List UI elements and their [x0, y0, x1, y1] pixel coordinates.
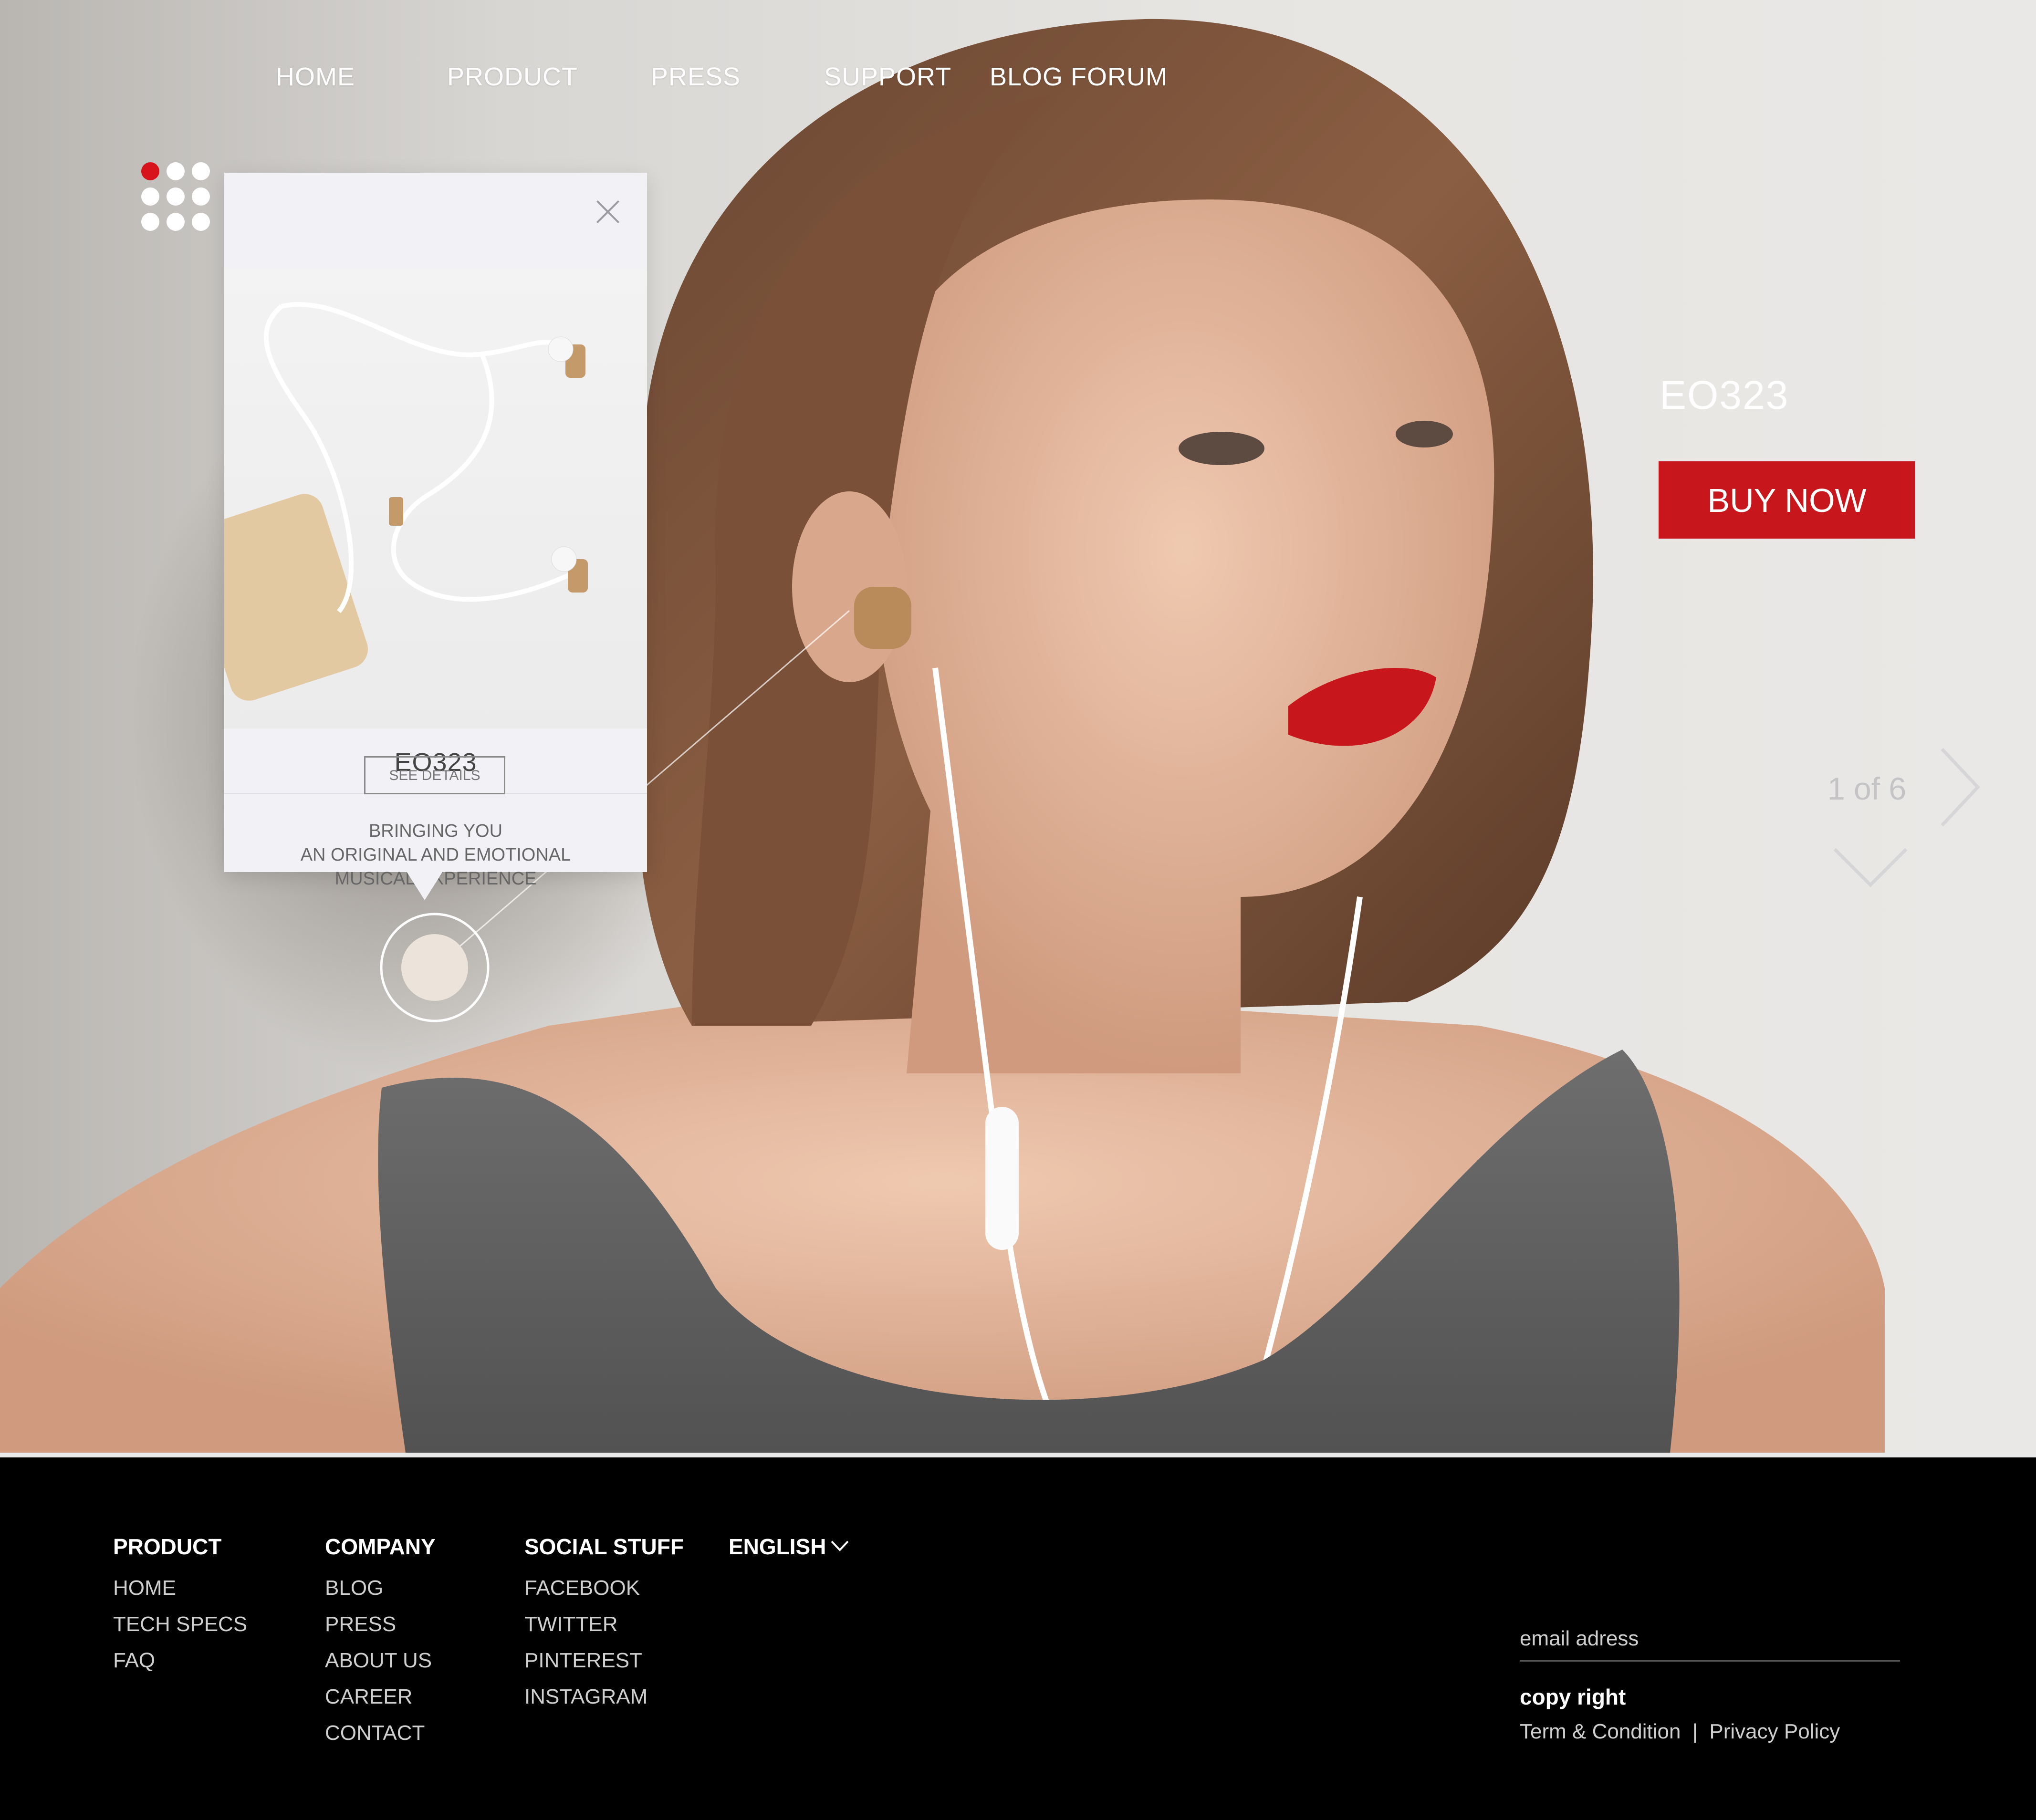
- footer-column-product: PRODUCT HOME TECH SPECS FAQ: [113, 1534, 247, 1679]
- footer-link-tech-specs[interactable]: TECH SPECS: [113, 1606, 247, 1643]
- footer-link-pinterest[interactable]: PINTEREST: [524, 1643, 684, 1679]
- footer-column-company: COMPANY BLOG PRESS ABOUT US CAREER CONTA…: [325, 1534, 436, 1751]
- popup-description-line: AN ORIGINAL AND EMOTIONAL: [300, 845, 571, 865]
- terms-link[interactable]: Term & Condition: [1520, 1720, 1681, 1743]
- email-field[interactable]: [1520, 1617, 1900, 1662]
- chevron-down-icon[interactable]: [830, 1540, 849, 1552]
- nav-product[interactable]: PRODUCT: [447, 62, 578, 92]
- nav-press[interactable]: PRESS: [651, 62, 741, 92]
- footer-heading: COMPANY: [325, 1534, 436, 1559]
- hero-product-name: EO323: [1660, 373, 1789, 417]
- close-icon[interactable]: [594, 198, 622, 226]
- popup-pointer: [407, 872, 443, 900]
- product-hotspot[interactable]: [378, 911, 491, 1024]
- footer-link-contact[interactable]: CONTACT: [325, 1715, 436, 1751]
- footer-link-career[interactable]: CAREER: [325, 1679, 436, 1715]
- privacy-policy-link[interactable]: Privacy Policy: [1709, 1720, 1840, 1743]
- footer-link-faq[interactable]: FAQ: [113, 1643, 247, 1679]
- hero-divider: [0, 1453, 2036, 1457]
- legal-links: Term & Condition | Privacy Policy: [1520, 1720, 1840, 1744]
- nav-blog-forum[interactable]: BLOG FORUM: [990, 62, 1168, 92]
- footer-link-facebook[interactable]: FACEBOOK: [524, 1570, 684, 1606]
- site-footer: PRODUCT HOME TECH SPECS FAQ COMPANY BLOG…: [0, 1474, 2036, 1820]
- earphones-phone-illustration: [186, 302, 588, 701]
- product-popup-card: EO323 BRINGING YOU AN ORIGINAL AND EMOTI…: [186, 173, 647, 900]
- nav-support[interactable]: SUPPORT: [824, 62, 951, 92]
- footer-link-blog[interactable]: BLOG: [325, 1570, 436, 1606]
- popup-description-line: BRINGING YOU: [368, 821, 503, 841]
- main-nav: HOME PRODUCT PRESS SUPPORT BLOG FORUM: [0, 62, 1193, 100]
- chevron-right-icon[interactable]: [1937, 744, 1985, 830]
- footer-link-home[interactable]: HOME: [113, 1570, 247, 1606]
- footer-column-social: SOCIAL STUFF FACEBOOK TWITTER PINTEREST …: [524, 1534, 684, 1715]
- grid-dots-icon[interactable]: [141, 162, 210, 231]
- footer-heading: PRODUCT: [113, 1534, 222, 1559]
- nav-home[interactable]: HOME: [276, 62, 355, 92]
- copyright-text: copy right: [1520, 1685, 1626, 1709]
- footer-heading: SOCIAL STUFF: [524, 1534, 684, 1559]
- footer-link-press[interactable]: PRESS: [325, 1606, 436, 1643]
- buy-now-button[interactable]: BUY NOW: [1659, 461, 1915, 539]
- popup-product-image: [186, 268, 647, 728]
- footer-link-twitter[interactable]: TWITTER: [524, 1606, 684, 1643]
- language-selector[interactable]: ENGLISH: [729, 1534, 826, 1560]
- slide-pager: 1 of 6: [1827, 771, 1907, 806]
- legal-separator: |: [1692, 1720, 1698, 1743]
- see-details-button[interactable]: SEE DETAILS: [364, 756, 505, 794]
- footer-link-about-us[interactable]: ABOUT US: [325, 1643, 436, 1679]
- footer-link-instagram[interactable]: INSTAGRAM: [524, 1679, 684, 1715]
- chevron-down-icon[interactable]: [1830, 844, 1911, 892]
